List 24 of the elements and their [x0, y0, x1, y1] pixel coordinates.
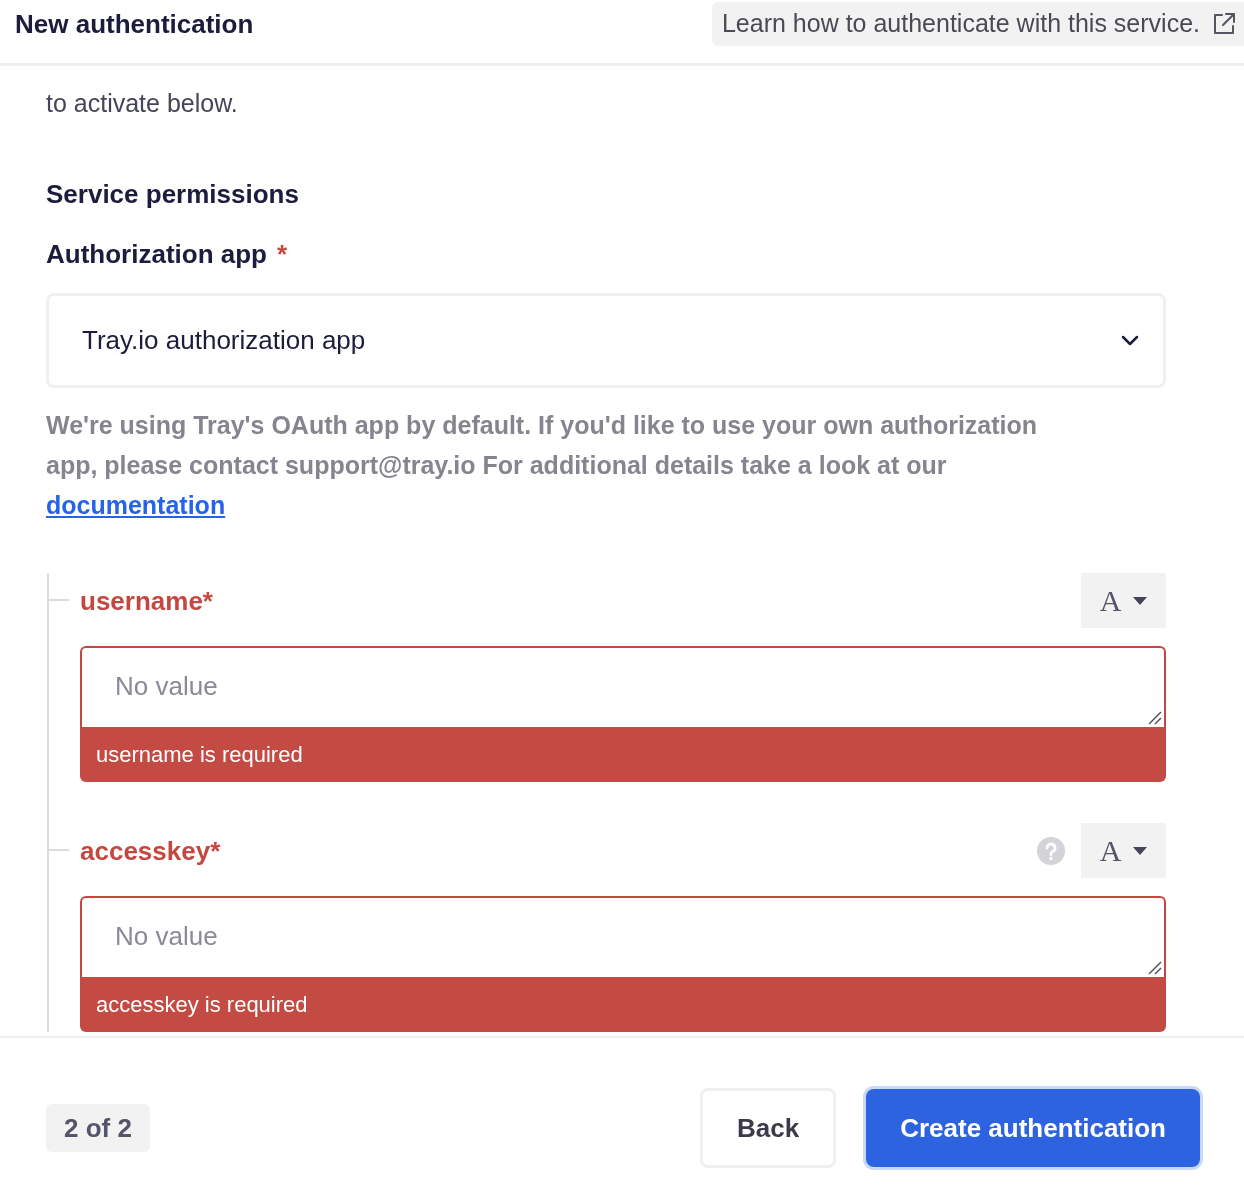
field-label: username*: [80, 584, 213, 618]
back-button[interactable]: Back: [700, 1088, 837, 1168]
create-authentication-button[interactable]: Create authentication: [866, 1089, 1200, 1167]
type-selector-button[interactable]: A: [1081, 823, 1166, 878]
step-counter: 2 of 2: [46, 1104, 150, 1152]
dialog-title: New authentication: [14, 8, 254, 41]
caret-down-icon: [1133, 846, 1148, 855]
chevron-down-icon: [1121, 335, 1139, 346]
caret-down-icon: [1133, 596, 1148, 605]
field-label: accesskey*: [80, 834, 221, 868]
resize-handle-icon[interactable]: [1148, 961, 1162, 975]
authorization-app-select[interactable]: Tray.io authorization app: [46, 293, 1166, 388]
external-link-icon: [1212, 12, 1236, 36]
section-title: Service permissions: [46, 178, 299, 211]
intro-text: to activate below.: [46, 88, 238, 119]
help-link[interactable]: Learn how to authenticate with this service.: [711, 2, 1244, 46]
documentation-link[interactable]: documentation: [46, 491, 226, 519]
type-selector-button[interactable]: A: [1081, 573, 1166, 628]
resize-handle-icon[interactable]: [1148, 711, 1162, 725]
help-text: We're using Tray's OAuth app by default. If you'd like to use your own authorization app, please contact support@tray.io For additional details take a look at our documentation: [46, 410, 1039, 521]
error-message: accesskey is required: [80, 977, 1166, 1032]
error-message: username is required: [80, 727, 1166, 782]
required-mark: *: [277, 238, 288, 271]
field-label: Authorization app: [46, 238, 267, 271]
